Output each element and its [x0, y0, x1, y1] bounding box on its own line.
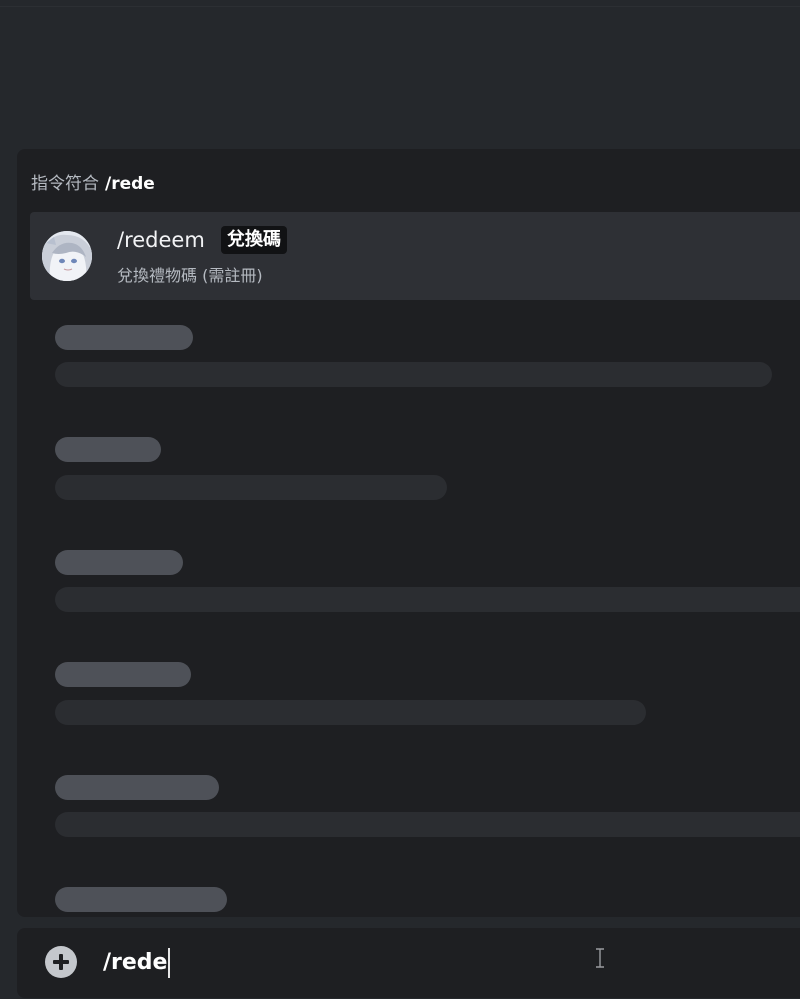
loading-placeholder-line	[55, 362, 772, 387]
bot-avatar-icon	[42, 231, 92, 281]
text-caret	[168, 948, 170, 978]
autocomplete-header-label: 指令符合	[31, 174, 99, 194]
bot-avatar	[42, 231, 92, 281]
top-divider	[0, 6, 800, 7]
command-autocomplete-popup: 指令符合/rede /redeem 兌換碼 兌換禮物碼 (需註冊)	[17, 149, 800, 917]
command-name: /redeem	[117, 228, 205, 252]
plus-circle-icon[interactable]	[45, 946, 77, 978]
loading-placeholder-line	[55, 812, 800, 837]
text-cursor-icon	[596, 948, 604, 968]
loading-placeholder-title	[55, 550, 183, 575]
loading-placeholder-title	[55, 325, 193, 350]
loading-placeholder-title	[55, 437, 161, 462]
command-badge: 兌換碼	[221, 226, 287, 254]
loading-placeholder-title	[55, 775, 219, 800]
message-input-text: /rede	[103, 950, 168, 975]
command-description: 兌換禮物碼 (需註冊)	[117, 266, 263, 285]
loading-placeholder-line	[55, 587, 800, 612]
loading-placeholder-line	[55, 700, 646, 725]
loading-placeholder-line	[55, 475, 447, 500]
autocomplete-header: 指令符合/rede	[31, 169, 155, 194]
command-suggestion-redeem[interactable]: /redeem 兌換碼 兌換禮物碼 (需註冊)	[30, 212, 800, 300]
message-composer: /rede	[17, 928, 800, 998]
autocomplete-query: /rede	[105, 174, 155, 194]
loading-placeholder-title	[55, 662, 191, 687]
message-input[interactable]: /rede	[103, 946, 793, 980]
loading-placeholder-title	[55, 887, 227, 912]
